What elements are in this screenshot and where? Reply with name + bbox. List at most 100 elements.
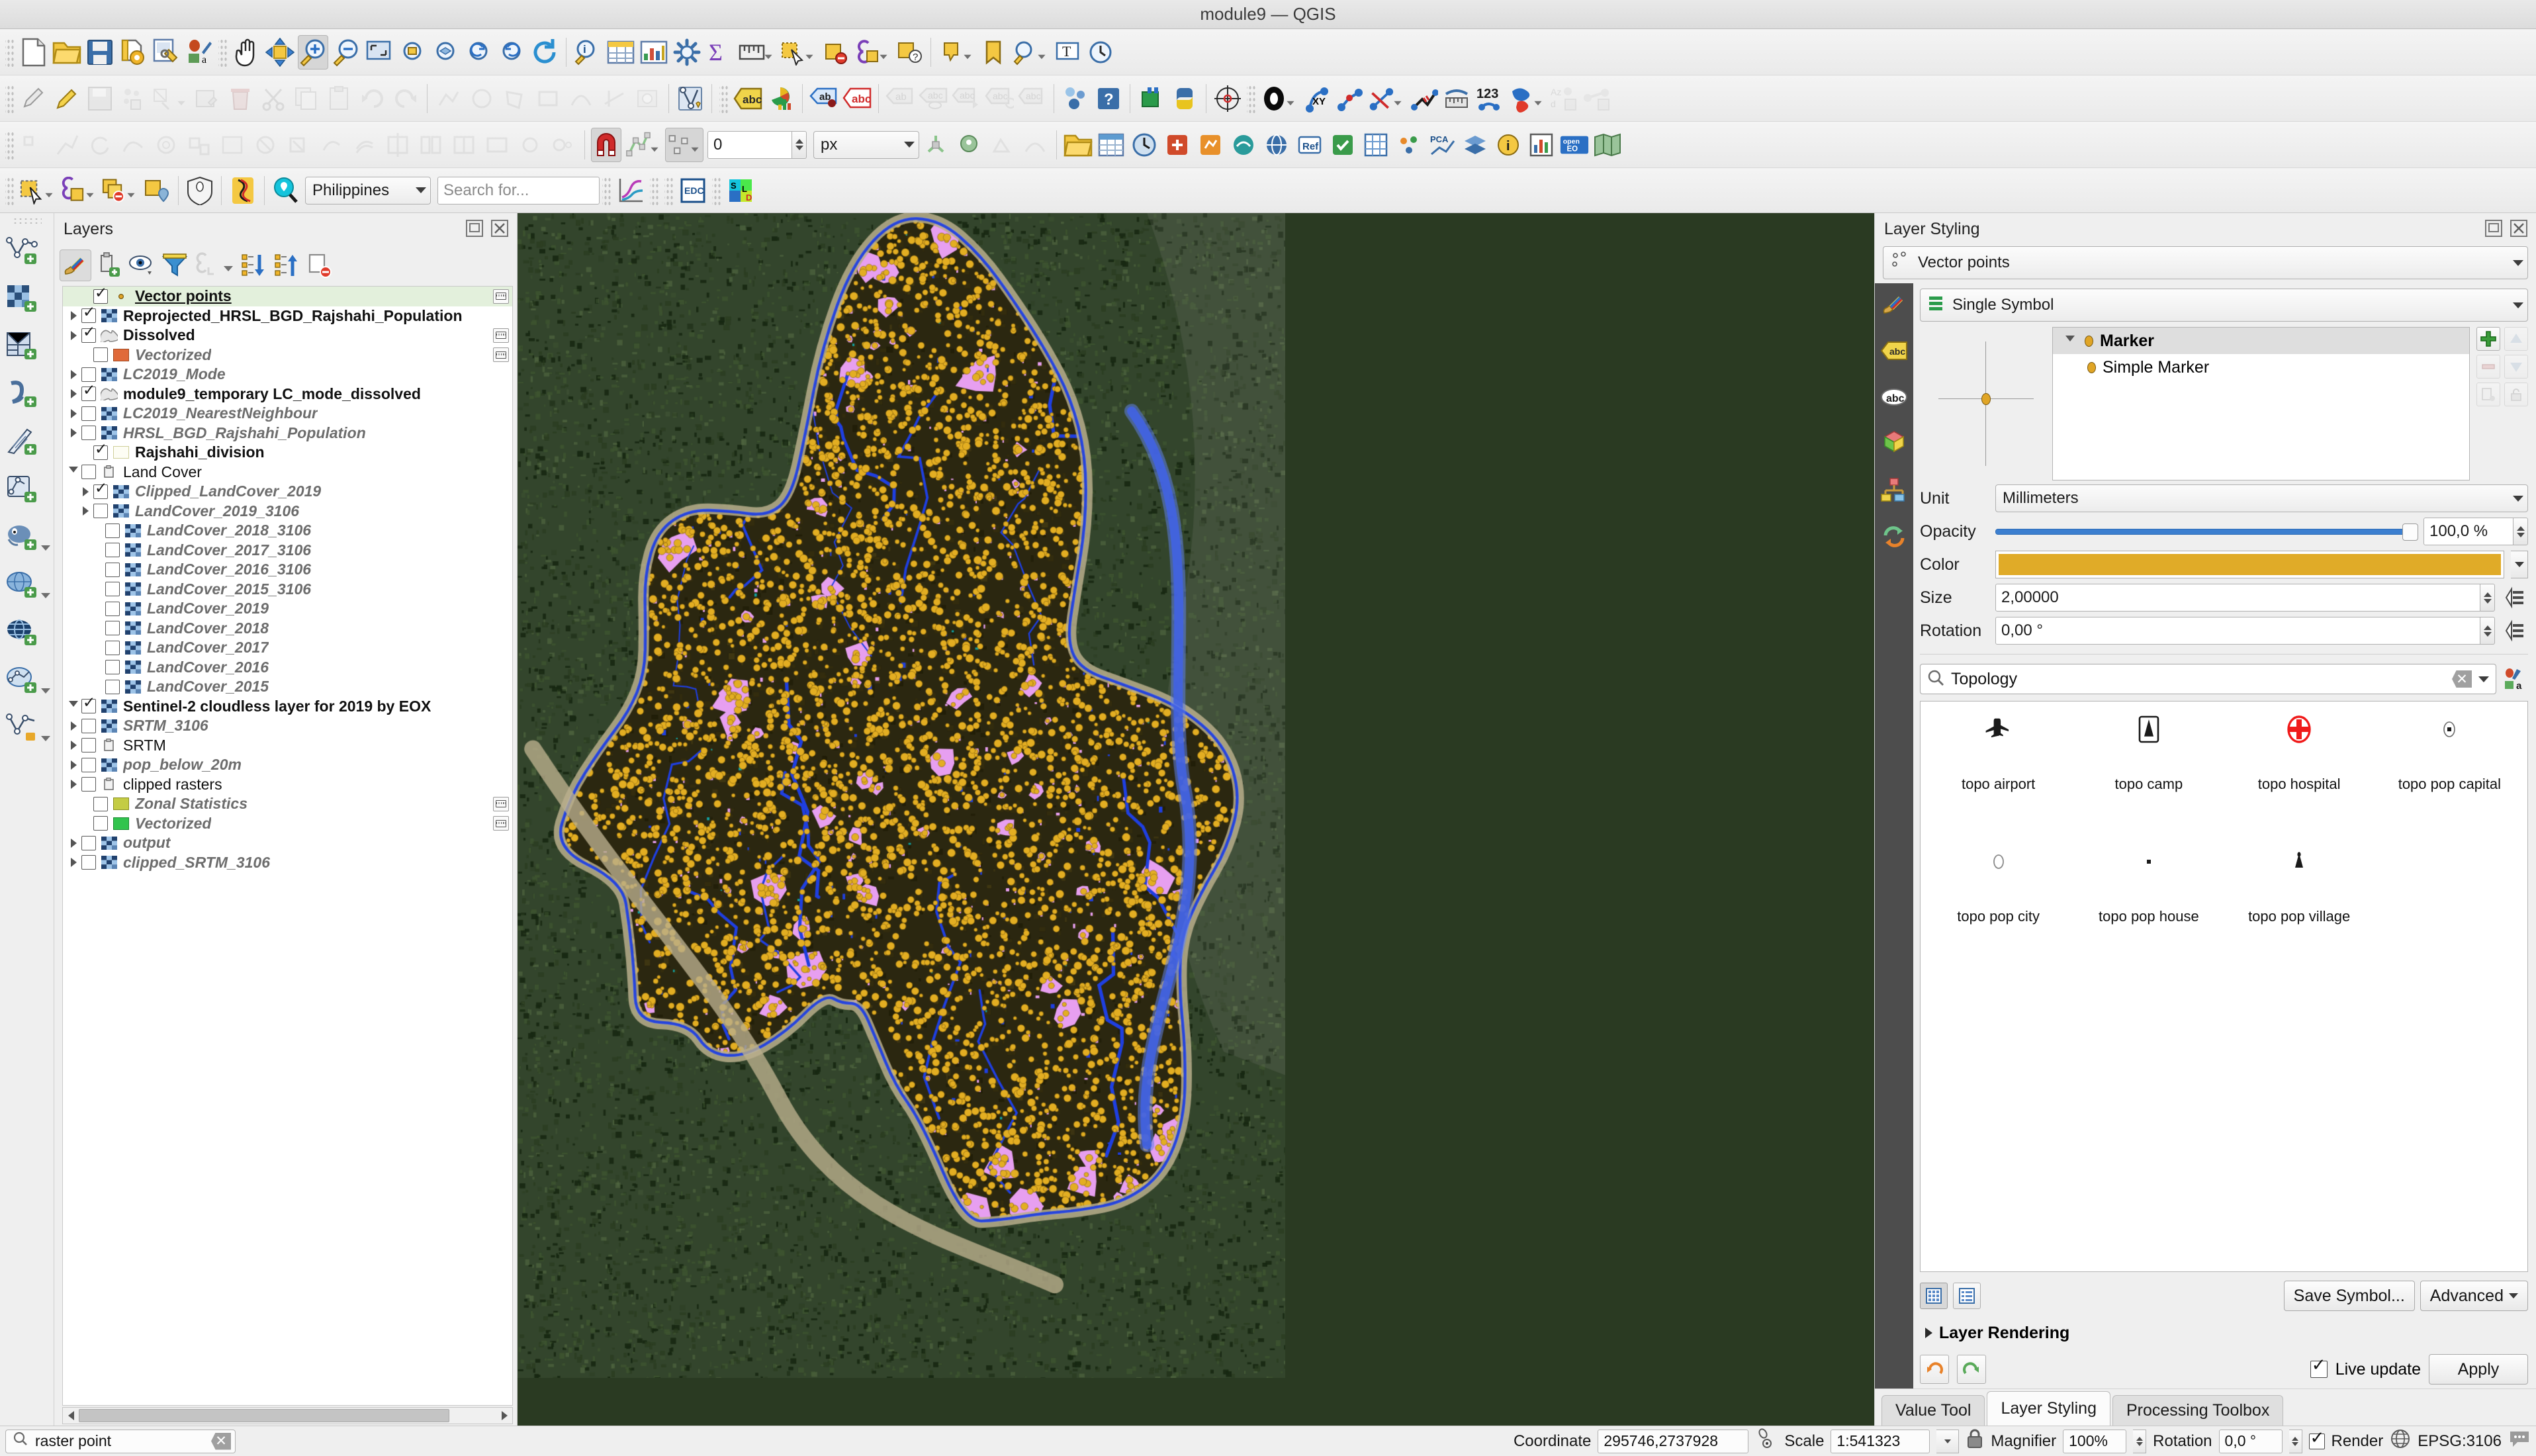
history-tab[interactable] [1879,522,1909,551]
layer-visibility-checkbox[interactable] [93,480,108,499]
move-symbol-down-button[interactable] [2504,355,2528,379]
new-project-button[interactable] [19,35,49,69]
merge-features-button[interactable] [449,128,479,162]
layer-row[interactable]: clipped rasters [63,775,512,795]
zoom-full-button[interactable] [364,35,394,69]
layer-row[interactable]: LC2019_NearestNeighbour [63,404,512,424]
sld-plugin-button[interactable]: SLD [725,173,756,208]
panel-tab[interactable]: Layer Styling [1987,1391,2110,1426]
undo-edit-button[interactable] [357,81,388,116]
map-tips-button[interactable] [937,35,975,69]
layer-row[interactable]: HRSL_BGD_Rajshahi_Population [63,424,512,443]
add-group-button[interactable] [93,250,124,281]
layer-visibility-checkbox[interactable] [81,406,96,421]
processing-toolbox-button[interactable] [672,35,702,69]
toolbar-grip-digitizing[interactable] [5,83,15,114]
layer-row[interactable]: Clipped_LandCover_2019 [63,480,512,502]
layer-expand-twisty[interactable] [66,408,81,418]
toolbar-grip-row4[interactable] [5,175,15,206]
plugin-manager-button[interactable] [1136,81,1167,116]
layer-visibility-checkbox[interactable] [81,324,96,343]
layer-visibility-checkbox[interactable] [93,441,108,460]
layer-visibility-checkbox[interactable] [81,777,96,792]
plugin-globe-button[interactable] [1261,128,1292,162]
delete-selected-button[interactable] [225,81,255,116]
plugin-red-button[interactable] [1162,128,1193,162]
add-symbol-layer-button[interactable] [2476,327,2500,351]
numeric-digitize-button[interactable]: 123 [1474,81,1505,116]
zoom-out-button[interactable] [331,35,361,69]
georeferencer-button[interactable] [1212,81,1243,116]
layer-expand-twisty[interactable] [66,780,81,790]
add-spatialite-layer-button[interactable] [3,418,52,466]
layer-visibility-checkbox[interactable] [105,562,120,577]
layer-row[interactable]: Vectorized [63,345,512,365]
layer-visibility-checkbox[interactable] [105,601,120,616]
paste-features-button[interactable] [324,81,355,116]
add-wcs-layer-button[interactable] [3,657,52,704]
manage-layer-visibility-button[interactable] [126,250,158,281]
sum-function-button[interactable]: Σ [705,35,735,69]
rotation-status-input[interactable]: 0,0 ° [2218,1429,2283,1453]
layer-expand-twisty[interactable] [66,389,81,399]
select-by-location-button[interactable] [142,173,172,208]
shape-digitizing-button[interactable] [1260,81,1298,116]
duplicate-symbol-layer-button[interactable] [2476,383,2500,406]
layer-edit-indicator-button[interactable] [493,328,509,343]
move-feature-button[interactable] [52,128,82,162]
layer-expand-twisty[interactable] [66,701,81,711]
toolbar-grip-shapes[interactable] [1247,83,1256,114]
scroll-thumb[interactable] [79,1409,449,1422]
layer-visibility-checkbox[interactable] [81,383,96,402]
offset-symbols-button[interactable] [548,128,578,162]
python-console-button[interactable] [1169,81,1200,116]
deselect-button[interactable] [820,35,850,69]
layer-row[interactable]: LandCover_2016_3106 [63,560,512,580]
layer-expand-twisty[interactable] [77,486,93,496]
add-raster-layer-button[interactable] [3,275,52,323]
rotation-data-defined-override-icon[interactable] [2502,617,2528,644]
layer-row[interactable]: LandCover_2019 [63,599,512,619]
remove-symbol-layer-button[interactable] [2476,355,2500,379]
current-edits-button[interactable] [19,81,49,116]
layer-labeling-button[interactable]: abc [733,81,763,116]
unit-select[interactable]: Millimeters [1995,484,2528,512]
gallery-icon-view-button[interactable] [1920,1283,1948,1309]
save-symbol-button[interactable]: Save Symbol... [2283,1281,2415,1311]
layer-row[interactable]: Dissolved [63,324,512,345]
map-render-surface[interactable] [518,213,1285,1378]
scroll-left-arrow[interactable] [63,1408,79,1424]
layer-row[interactable]: LandCover_2018 [63,619,512,639]
layer-expand-twisty[interactable] [66,467,81,477]
pin-labels-button[interactable]: abc [842,81,872,116]
pan-map-button[interactable] [232,35,262,69]
vertex-tool-button[interactable] [151,81,189,116]
layer-visibility-checkbox[interactable] [105,523,120,538]
gallery-symbol-cell[interactable]: topo pop house [2073,846,2224,978]
zoom-next-button[interactable] [496,35,527,69]
layers-tree[interactable]: Vector pointsReprojected_HRSL_BGD_Rajsha… [62,286,513,1406]
scale-input[interactable]: 1:541323 [1831,1429,1930,1453]
enable-snapping-button[interactable] [591,127,621,162]
zoom-layer-button[interactable] [430,35,461,69]
layer-row[interactable]: Vector points [63,287,512,306]
new-bookmark-button[interactable] [978,35,1009,69]
copy-features-button[interactable] [291,81,322,116]
live-update-checkbox[interactable] [2310,1356,2328,1378]
layer-visibility-checkbox[interactable] [81,738,96,753]
rotation-input[interactable]: 0,00 ° [1995,617,2480,645]
plugin-green-button[interactable] [1328,128,1358,162]
layer-expand-twisty[interactable] [66,858,81,868]
color-picker-button[interactable] [1995,551,2504,578]
layer-expand-twisty[interactable] [66,721,81,731]
geocoder-search-icon[interactable] [271,173,301,208]
opacity-stepper[interactable] [2513,518,2528,545]
snapping-tolerance-input[interactable]: 0 [707,130,792,159]
layer-visibility-checkbox[interactable] [81,695,96,714]
layer-visibility-checkbox[interactable] [105,543,120,558]
show-bookmarks-button[interactable] [1011,35,1050,69]
pan-to-selection-button[interactable] [265,35,295,69]
change-label-button[interactable]: abc [984,81,1015,116]
toggle-extents-icon[interactable] [1755,1428,1778,1455]
layer-diagrams-button[interactable] [766,81,796,116]
